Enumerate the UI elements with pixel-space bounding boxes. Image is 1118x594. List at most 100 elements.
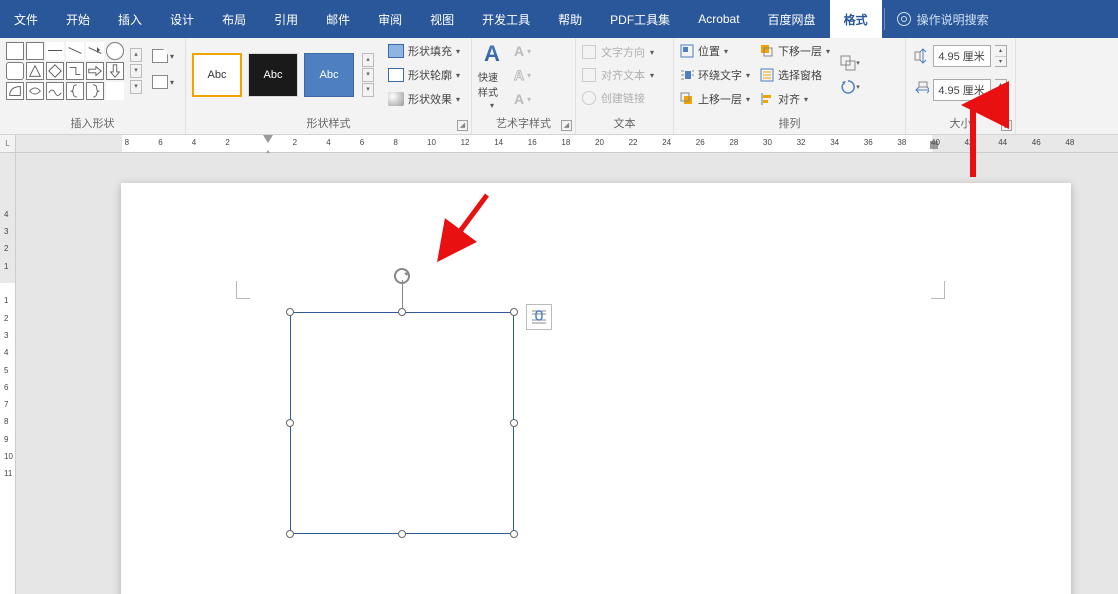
tab-baidu[interactable]: 百度网盘 (754, 0, 830, 38)
tab-developer[interactable]: 开发工具 (468, 0, 544, 38)
ruler-number: 1 (4, 262, 8, 271)
bring-forward-button[interactable]: 上移一层▾ (680, 88, 750, 110)
resize-handle-s[interactable] (398, 530, 406, 538)
send-backward-button[interactable]: 下移一层▾ (760, 40, 830, 62)
shape-more-icon[interactable] (106, 82, 124, 100)
tab-acrobat[interactable]: Acrobat (684, 0, 753, 38)
shape-gallery-up[interactable]: ▴ (130, 48, 142, 62)
shape-textbox-icon[interactable] (6, 42, 24, 60)
style-gallery-down[interactable]: ▾ (362, 68, 374, 82)
spinner-up[interactable]: ▴ (995, 46, 1006, 57)
vertical-ruler[interactable]: 43211234567891011 (0, 153, 16, 594)
ruler-corner[interactable]: L (0, 135, 16, 153)
style-gallery-up[interactable]: ▴ (362, 53, 374, 67)
shape-rightarrow-icon[interactable] (86, 62, 104, 80)
shape-elbow-icon[interactable] (66, 62, 84, 80)
height-input[interactable]: 4.95 厘米 (933, 45, 991, 67)
tab-layout[interactable]: 布局 (208, 0, 260, 38)
tab-review[interactable]: 审阅 (364, 0, 416, 38)
spinner-down[interactable]: ▾ (995, 91, 1006, 101)
tab-design[interactable]: 设计 (156, 0, 208, 38)
wordart-effects-button[interactable]: A▾ (514, 88, 531, 110)
shape-styles-dialog-launcher[interactable]: ◢ (457, 120, 468, 131)
style-swatch-2[interactable]: Abc (248, 53, 298, 97)
shape-gallery[interactable] (6, 42, 124, 100)
style-swatch-1[interactable]: Abc (192, 53, 242, 97)
style-gallery-more[interactable]: ▾ (362, 83, 374, 97)
shape-line-icon[interactable] (46, 42, 64, 60)
width-icon (914, 81, 929, 99)
spinner-up[interactable]: ▴ (995, 80, 1006, 91)
spinner-down[interactable]: ▾ (995, 57, 1006, 67)
align-icon (760, 92, 774, 106)
shape-gallery-more[interactable]: ▾ (130, 80, 142, 94)
shape-brace-l-icon[interactable] (66, 82, 84, 100)
edit-shape-button[interactable]: ▾ (152, 46, 182, 66)
width-input[interactable]: 4.95 厘米 (933, 79, 991, 101)
shape-roundrect-icon[interactable] (6, 62, 24, 80)
style-gallery[interactable]: Abc Abc Abc ▴ ▾ ▾ (192, 53, 376, 97)
shape-rect-icon[interactable] (26, 42, 44, 60)
resize-handle-ne[interactable] (510, 308, 518, 316)
resize-handle-w[interactable] (286, 419, 294, 427)
tab-home[interactable]: 开始 (52, 0, 104, 38)
tab-view[interactable]: 视图 (416, 0, 468, 38)
document-viewport[interactable]: Ba jingya 奥义游戏网 WWW.AOE1.COM (16, 153, 1118, 594)
link-icon (582, 91, 596, 105)
shape-wave-icon[interactable] (46, 82, 64, 100)
position-button[interactable]: 位置▾ (680, 40, 750, 62)
shape-downarrow-icon[interactable] (106, 62, 124, 80)
shape-diamond-icon[interactable] (46, 62, 64, 80)
size-dialog-launcher[interactable]: ◢ (1001, 120, 1012, 131)
ruler-number: 2 (4, 244, 8, 253)
tell-me-search[interactable]: 操作说明搜索 (887, 0, 999, 38)
resize-handle-e[interactable] (510, 419, 518, 427)
shape-flowchart1-icon[interactable] (6, 82, 24, 100)
width-spinner[interactable]: ▴▾ (995, 79, 1007, 101)
shape-effects-button[interactable]: 形状效果 ▾ (388, 88, 460, 110)
wrap-text-button[interactable]: 环绕文字▾ (680, 64, 750, 86)
rotation-handle[interactable] (392, 266, 412, 286)
tab-file[interactable]: 文件 (0, 0, 52, 38)
group-size: 4.95 厘米 ▴▾ 4.95 厘米 ▴▾ 大小 ◢ (906, 38, 1016, 134)
wordart-fill-button[interactable]: A▾ (514, 40, 531, 62)
rotate-button[interactable]: ▾ (840, 76, 860, 98)
style-swatch-3[interactable]: Abc (304, 53, 354, 97)
selected-shape[interactable] (286, 308, 518, 538)
tab-mailings[interactable]: 邮件 (312, 0, 364, 38)
selection-pane-button[interactable]: 选择窗格 (760, 64, 830, 86)
resize-handle-se[interactable] (510, 530, 518, 538)
ruler-number: 32 (797, 138, 806, 147)
horizontal-ruler[interactable]: 8642246810121416182022242628303234363840… (16, 135, 1118, 153)
draw-textbox-button[interactable]: ▾ (152, 72, 182, 92)
resize-handle-nw[interactable] (286, 308, 294, 316)
wordart-outline-button[interactable]: A▾ (514, 64, 531, 86)
tab-format[interactable]: 格式 (830, 0, 882, 38)
shape-diag-line-icon[interactable] (66, 42, 84, 60)
group-objects-button[interactable]: ▾ (840, 52, 860, 74)
shape-ellipse-icon[interactable] (106, 42, 124, 60)
ruler-number: 2 (293, 138, 297, 147)
shape-rect[interactable] (290, 312, 514, 534)
tab-insert[interactable]: 插入 (104, 0, 156, 38)
wordart-dialog-launcher[interactable]: ◢ (561, 120, 572, 131)
resize-handle-n[interactable] (398, 308, 406, 316)
shape-outline-button[interactable]: 形状轮廓 ▾ (388, 64, 460, 86)
ruler-number: 6 (158, 138, 162, 147)
shape-brace-r-icon[interactable] (86, 82, 104, 100)
resize-handle-sw[interactable] (286, 530, 294, 538)
tab-pdftools[interactable]: PDF工具集 (596, 0, 684, 38)
shape-arrow-line-icon[interactable] (86, 42, 104, 60)
shape-triangle-icon[interactable] (26, 62, 44, 80)
layout-options-button[interactable] (526, 304, 552, 330)
shape-gallery-down[interactable]: ▾ (130, 64, 142, 78)
tab-references[interactable]: 引用 (260, 0, 312, 38)
shape-fill-button[interactable]: 形状填充 ▾ (388, 40, 460, 62)
ruler-number: 2 (4, 314, 8, 323)
margin-marker-right (931, 281, 945, 299)
height-spinner[interactable]: ▴▾ (995, 45, 1007, 67)
quick-styles-button[interactable]: A 快速样式 ▾ (478, 53, 506, 97)
tab-help[interactable]: 帮助 (544, 0, 596, 38)
align-button[interactable]: 对齐▾ (760, 88, 830, 110)
shape-flowchart2-icon[interactable] (26, 82, 44, 100)
